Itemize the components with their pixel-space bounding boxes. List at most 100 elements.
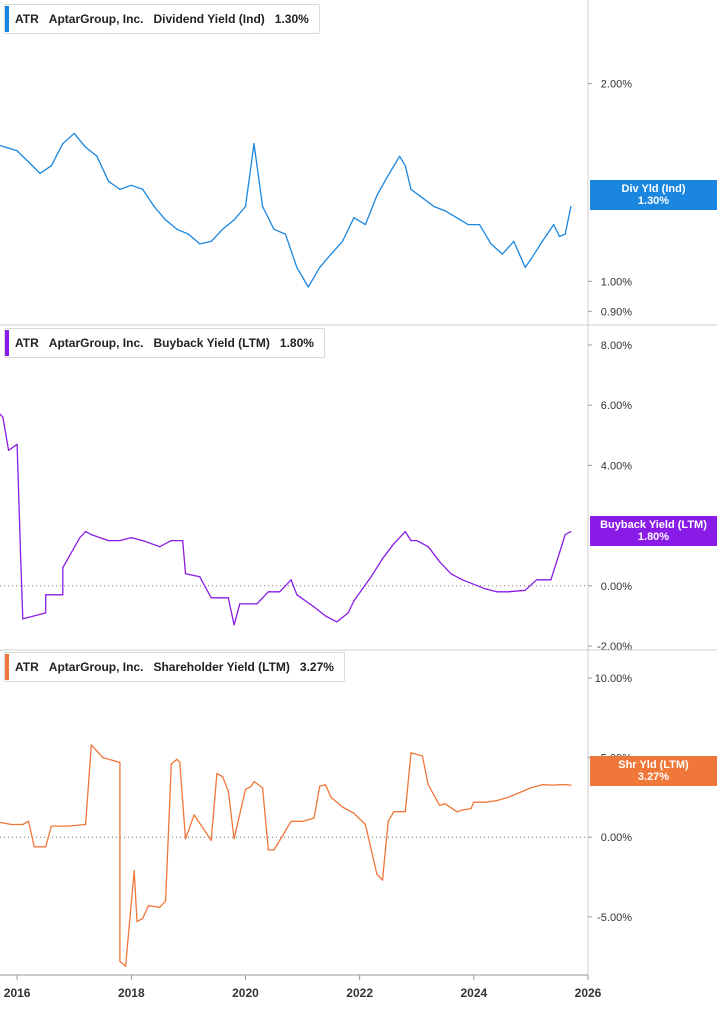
y-tick-label: 6.00% (601, 400, 632, 412)
series-point (10, 823, 12, 826)
series-point (253, 143, 255, 145)
series-point (85, 146, 87, 148)
series-point (353, 600, 355, 602)
series-point (176, 758, 178, 760)
series-point (233, 624, 235, 626)
series-point (319, 785, 321, 787)
series-point (387, 820, 389, 822)
series-point (170, 540, 172, 542)
series-point (570, 205, 572, 208)
series-point (393, 543, 395, 545)
series-point (22, 618, 24, 620)
series-point (273, 849, 275, 851)
series-point (176, 228, 178, 230)
series-point (421, 197, 423, 199)
series-point (450, 573, 452, 575)
series-point (199, 576, 201, 578)
series-point (119, 540, 121, 542)
legend-swatch (5, 654, 9, 680)
legend-value: 1.30% (274, 12, 309, 26)
series-line (0, 413, 572, 626)
legend-swatch (5, 330, 9, 356)
series-point (102, 757, 104, 759)
series-point (404, 811, 406, 813)
series-point (107, 540, 110, 542)
series-point (296, 266, 298, 268)
series-point (62, 594, 64, 596)
x-tick-label: 2022 (346, 986, 373, 1000)
series-point (541, 579, 543, 581)
series-point (530, 258, 532, 260)
series-point (376, 873, 378, 875)
x-tick-label: 2020 (232, 986, 259, 1000)
y-tick-label: 10.00% (595, 673, 633, 685)
value-tag-label: Div Yld (Ind) (621, 183, 686, 195)
series-point (456, 217, 458, 219)
series-point (159, 906, 161, 908)
series-point (341, 806, 344, 808)
series-point (273, 228, 275, 230)
series-point (313, 606, 315, 608)
series-point (324, 615, 326, 617)
series-point (470, 808, 472, 810)
value-tag-label: Shr Yld (LTM) (618, 759, 689, 771)
series-point (553, 784, 555, 786)
series-point (165, 900, 167, 902)
legend-company: AptarGroup, Inc. (48, 660, 144, 674)
series-point (284, 233, 286, 235)
series-point (142, 917, 144, 920)
series-point (518, 792, 521, 794)
series-point (404, 531, 406, 533)
series-point (433, 205, 435, 208)
series-point (507, 591, 509, 593)
series-point (165, 219, 167, 221)
series-point (439, 561, 441, 563)
series-point (33, 846, 35, 848)
series-point (90, 534, 92, 536)
series-point (253, 780, 255, 783)
series-point (564, 534, 566, 536)
series-point (73, 132, 75, 134)
series-point (347, 612, 349, 614)
series-point (364, 224, 366, 226)
series-point (250, 785, 252, 787)
series-point (20, 555, 22, 557)
x-tick-label: 2026 (575, 986, 602, 1000)
legend-company: AptarGroup, Inc. (48, 336, 144, 350)
series-point (133, 870, 135, 872)
series-point (330, 796, 332, 799)
series-point (79, 537, 81, 539)
series-point (353, 812, 355, 814)
series-point (142, 540, 144, 542)
series-point (184, 838, 187, 840)
series-point (353, 217, 355, 219)
y-tick-label: 4.00% (601, 460, 632, 472)
series-point (27, 820, 30, 822)
series-point (279, 591, 281, 593)
series-point (119, 761, 121, 764)
series-point (45, 612, 47, 614)
series-point (176, 540, 178, 542)
series-point (524, 266, 526, 268)
series-point (267, 591, 269, 593)
series-point (456, 811, 458, 813)
value-tag-shareholder-yield: Shr Yld (LTM) 3.27% (590, 756, 717, 786)
series-point (125, 965, 127, 967)
series-point (564, 233, 566, 235)
series-point (45, 594, 47, 596)
series-point (179, 761, 181, 764)
value-tag-value: 1.30% (637, 195, 670, 207)
series-point (227, 597, 229, 599)
value-tag-value: 1.80% (637, 531, 670, 543)
series-point (90, 744, 92, 746)
y-tick-label: 2.00% (601, 79, 632, 91)
series-point (96, 750, 98, 752)
series-point (239, 603, 241, 605)
series-point (319, 266, 321, 268)
series-point (570, 531, 572, 533)
series-point (244, 788, 247, 791)
series-point (381, 879, 384, 881)
series-point (262, 205, 264, 208)
series-point (107, 180, 110, 182)
series-point (27, 161, 30, 163)
